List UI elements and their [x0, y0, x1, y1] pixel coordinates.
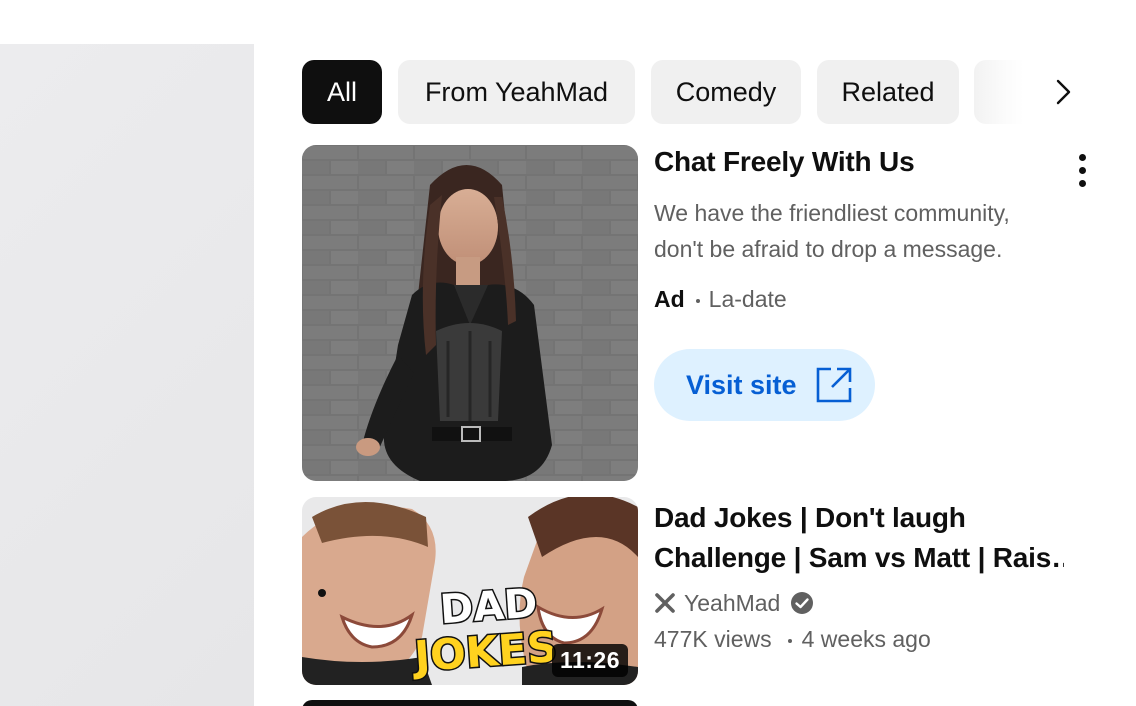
chip-overflow-fade [974, 60, 1024, 124]
video-thumbnail[interactable]: DAD JOKES 11:26 [302, 497, 638, 685]
upload-age: 4 weeks ago [801, 626, 931, 652]
chip-from-channel[interactable]: From YeahMad [398, 60, 635, 124]
visit-site-button[interactable]: Visit site [654, 349, 875, 421]
ad-description: We have the friendliest community, don't… [654, 200, 1010, 262]
chips-next-button[interactable] [1037, 66, 1089, 118]
visit-site-label: Visit site [686, 369, 797, 400]
ad-meta: Ad La-date [654, 284, 787, 314]
ad-advertiser: La-date [708, 286, 787, 312]
filter-chip-bar: All From YeahMad Comedy Related [302, 60, 1102, 124]
left-panel-background [0, 44, 254, 706]
video-title[interactable]: Dad Jokes | Don't laugh Challenge | Sam … [654, 498, 1064, 578]
video-title-line-2: Challenge | Sam vs Matt | Rais [654, 538, 1064, 578]
chip-all[interactable]: All [302, 60, 382, 124]
next-video-thumbnail[interactable] [302, 700, 638, 706]
x-icon [655, 593, 675, 613]
more-actions-button[interactable] [1064, 148, 1100, 192]
view-count: 477K views [654, 626, 772, 652]
ad-thumbnail-image [302, 145, 638, 481]
video-stats: 477K views 4 weeks ago [654, 624, 931, 654]
external-link-icon [816, 367, 851, 403]
video-title-line-1: Dad Jokes | Don't laugh [654, 502, 966, 533]
ad-thumbnail[interactable] [302, 145, 638, 481]
more-vert-icon [1078, 153, 1086, 161]
video-duration: 11:26 [551, 644, 628, 677]
chip-comedy[interactable]: Comedy [651, 60, 801, 124]
verified-check-icon [791, 592, 814, 614]
channel-name: YeahMad [684, 589, 781, 616]
chevron-right-icon [1056, 79, 1071, 105]
ad-badge: Ad [654, 286, 685, 312]
chip-related[interactable]: Related [817, 60, 959, 124]
thumbnail-text-bottom: JOKES [410, 622, 559, 681]
ad-title[interactable]: Chat Freely With Us [654, 146, 915, 178]
channel-link[interactable]: YeahMad [654, 588, 814, 618]
